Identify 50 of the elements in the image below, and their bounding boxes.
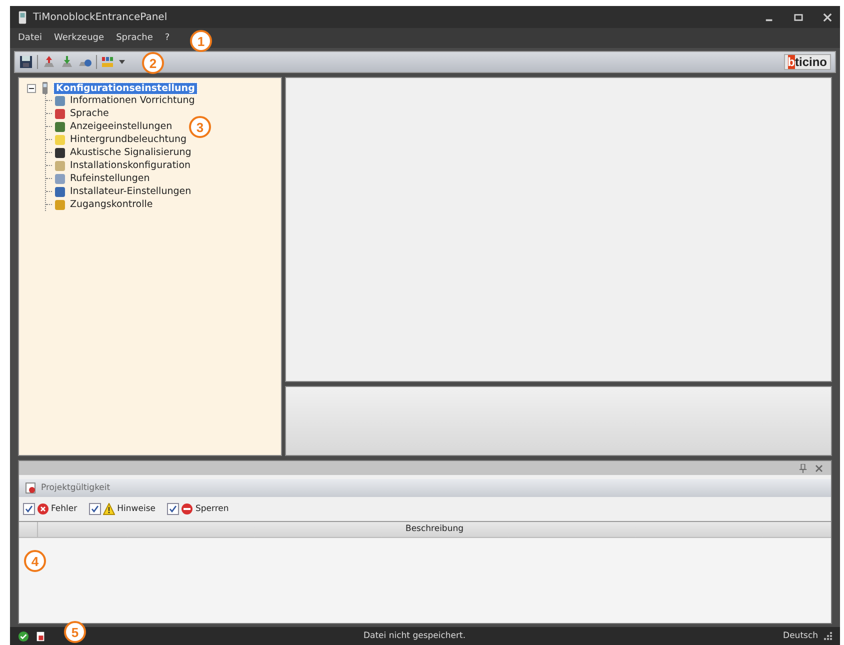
tree-item[interactable]: Rufeinstellungen: [68, 173, 152, 184]
logo: bticino: [784, 54, 831, 70]
callout-badge: 3: [189, 116, 211, 138]
node-icon: [54, 160, 66, 172]
checkbox[interactable]: [89, 503, 102, 515]
tree-item[interactable]: Installationskonfiguration: [68, 160, 193, 171]
panel-tab[interactable]: Projektgültigkeit: [19, 479, 116, 497]
warning-icon: [103, 503, 116, 515]
resize-grip-icon[interactable]: [824, 632, 832, 640]
window-title: TiMonoblockEntrancePanel: [33, 12, 168, 22]
filter-label: Sperren: [195, 504, 229, 514]
node-icon: [54, 172, 66, 184]
upload-icon[interactable]: [42, 55, 56, 69]
tree-item[interactable]: Informationen Vorrichtung: [68, 95, 197, 106]
collapse-icon[interactable]: [27, 84, 36, 92]
pin-icon[interactable]: [799, 464, 807, 472]
filter-label: Hinweise: [117, 504, 156, 514]
menu-item[interactable]: Sprache: [116, 33, 153, 43]
maximize-icon[interactable]: [794, 12, 803, 22]
menu-item[interactable]: Werkzeuge: [54, 33, 104, 43]
stop-icon: [181, 503, 194, 515]
menu-item[interactable]: ?: [164, 33, 170, 43]
error-icon: [37, 503, 49, 515]
node-icon: [54, 120, 66, 132]
checkbox[interactable]: [23, 503, 35, 515]
node-icon: [54, 186, 66, 198]
palette-icon[interactable]: [101, 55, 115, 69]
status-language: Deutsch: [783, 631, 818, 641]
document-icon: [25, 482, 37, 494]
dropdown-caret-icon[interactable]: [119, 60, 125, 64]
node-icon: [54, 94, 66, 106]
tree-item[interactable]: Konfigurationseinstellung: [54, 82, 197, 94]
check-icon: [18, 630, 29, 642]
tree-item[interactable]: Zugangskontrolle: [68, 199, 155, 210]
node-icon: [54, 134, 66, 146]
tree-item[interactable]: Sprache: [68, 108, 111, 119]
app-icon: [18, 10, 27, 24]
save-icon[interactable]: [19, 55, 33, 69]
node-icon: [54, 146, 66, 158]
filter-label: Fehler: [51, 504, 78, 514]
checkbox[interactable]: [167, 503, 180, 515]
menu-item[interactable]: Datei: [18, 33, 42, 43]
tree-item[interactable]: Anzeigeeinstellungen: [68, 121, 174, 132]
document-icon: [35, 630, 46, 642]
tree-item[interactable]: Installateur-Einstellungen: [68, 186, 194, 197]
status-message: Datei nicht gespeichert.: [363, 631, 466, 641]
tree-item[interactable]: Hintergrundbeleuchtung: [68, 134, 189, 145]
node-icon: [54, 198, 66, 210]
node-icon: [54, 108, 66, 120]
tree-item[interactable]: Akustische Signalisierung: [68, 147, 194, 158]
